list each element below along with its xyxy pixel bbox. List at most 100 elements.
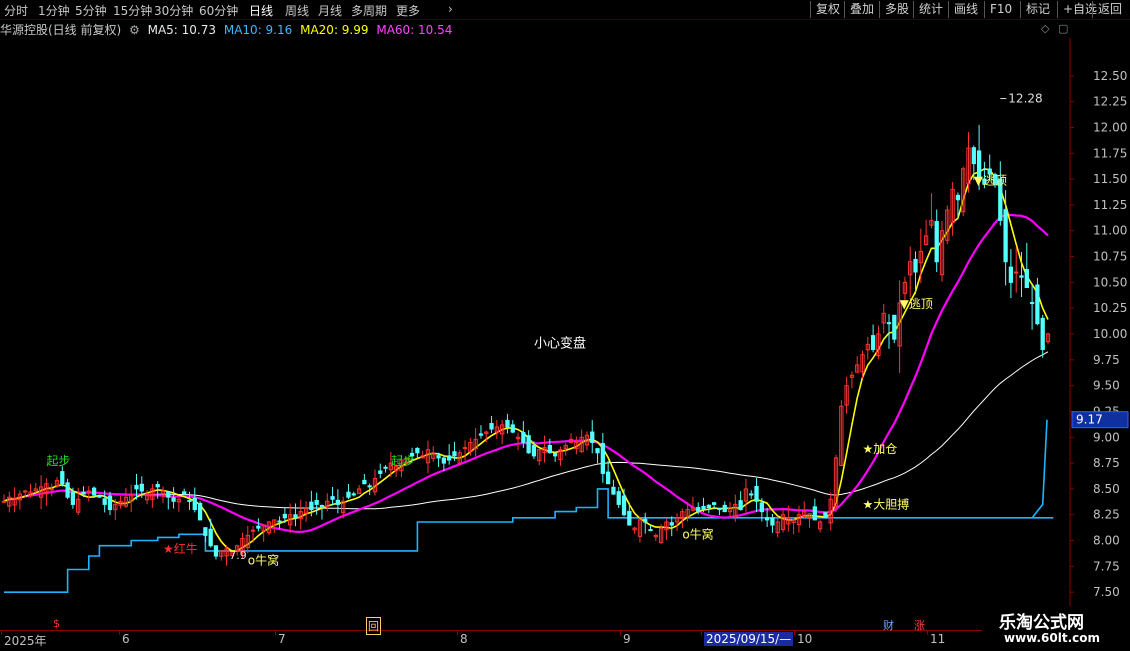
chart-annotation: 起步 — [46, 454, 70, 468]
indicator-header: 华源控股(日线 前复权) ⚙ MA5: 10.73 MA10: 9.16 MA2… — [0, 21, 456, 37]
ma20-value: MA20: 9.99 — [300, 23, 369, 37]
candle-body — [600, 443, 605, 474]
candle-body — [70, 491, 76, 505]
period-tab-6[interactable]: 日线 — [249, 2, 273, 19]
support-band-rise — [1031, 419, 1048, 519]
high-marker: 12.28 — [1008, 92, 1042, 106]
candle-body — [892, 314, 897, 340]
candle-body — [696, 507, 701, 513]
ma5-value: MA5: 10.73 — [147, 23, 217, 37]
candle-body — [489, 423, 494, 430]
time-axis: 2025年 6 7 8 9 2025/09/15/— 10 11 $ 回 财 涨 — [0, 617, 1130, 651]
y-tick-label: 8.25 — [1093, 508, 1120, 522]
toolbar-button-0[interactable]: 复权 — [810, 1, 845, 18]
window-icon[interactable]: ▢ — [1058, 22, 1068, 35]
candle-body — [415, 447, 420, 454]
period-tab-2[interactable]: 5分钟 — [75, 2, 107, 19]
y-tick-label: 9.75 — [1093, 353, 1120, 367]
candle-body — [314, 499, 319, 505]
chart-annotation: 起步 — [391, 454, 415, 468]
toolbar-button-5[interactable]: F10 — [984, 1, 1017, 18]
candle-body — [256, 525, 261, 529]
candle-body — [764, 517, 770, 521]
candle-body — [812, 506, 817, 521]
time-tick — [1, 631, 2, 635]
ma60-value: MA60: 10.54 — [376, 23, 453, 37]
period-tab-5[interactable]: 60分钟 — [199, 2, 238, 19]
candle-body — [362, 479, 367, 485]
chart-annotation: ★加仓 — [863, 442, 898, 456]
period-tab-1[interactable]: 1分钟 — [38, 2, 70, 19]
candle-body — [1024, 269, 1029, 289]
candle-body — [330, 496, 335, 500]
toolbar-button-2[interactable]: 多股 — [879, 1, 914, 18]
time-tick — [620, 631, 621, 635]
y-tick-label: 12.50 — [1093, 69, 1127, 83]
y-tick-label: 7.75 — [1093, 559, 1120, 573]
candle-body — [60, 471, 65, 485]
event-marker-0[interactable]: $ — [53, 617, 60, 630]
candle-body — [1019, 275, 1024, 278]
toolbar-button-8[interactable]: 返回 — [1092, 1, 1127, 18]
time-tick — [701, 631, 702, 635]
candle-body — [436, 455, 441, 459]
period-tab-3[interactable]: 15分钟 — [113, 2, 152, 19]
time-tick — [275, 631, 276, 635]
event-marker-3[interactable]: 涨 — [914, 617, 925, 633]
time-label-7: 11 — [930, 632, 946, 646]
toolbar-button-3[interactable]: 统计 — [913, 1, 948, 18]
event-marker-1[interactable]: 回 — [366, 617, 381, 635]
period-tab-10[interactable]: 更多 — [396, 2, 420, 19]
candle-body — [770, 517, 775, 526]
candle-body — [197, 502, 203, 521]
period-tab-9[interactable]: 多周期 — [351, 2, 387, 19]
time-tick — [119, 631, 120, 635]
period-tab-4[interactable]: 30分钟 — [154, 2, 193, 19]
toolbar-button-6[interactable]: 标记 — [1020, 1, 1055, 18]
candle-body — [309, 501, 314, 511]
settings-icon[interactable]: ⚙ — [129, 23, 140, 37]
y-tick-label: 11.00 — [1093, 224, 1127, 238]
low-marker: 7.9 — [229, 549, 247, 562]
chevron-right-icon[interactable]: › — [448, 2, 453, 16]
y-tick-label: 12.25 — [1093, 95, 1127, 109]
candle-body — [886, 322, 892, 325]
y-tick-label: 11.25 — [1093, 198, 1127, 212]
y-tick-label: 10.50 — [1093, 275, 1127, 289]
toolbar-button-1[interactable]: 叠加 — [844, 1, 879, 18]
watermark: 乐淘公式网 www.60lt.com — [982, 606, 1130, 650]
candle-body — [49, 488, 54, 491]
candle-body — [293, 514, 298, 519]
period-tab-7[interactable]: 周线 — [285, 2, 309, 19]
y-tick-label: 10.75 — [1093, 250, 1127, 264]
candle-body — [531, 445, 537, 457]
period-tab-8[interactable]: 月线 — [318, 2, 342, 19]
candle-body — [351, 493, 356, 496]
price-chart[interactable]: 12.50 12.25 12.00 11.75 11.50 11.25 11.00 10.75… — [0, 38, 1130, 630]
candle-body — [547, 444, 552, 454]
candle-body — [102, 498, 107, 505]
event-marker-2[interactable]: 财 — [883, 617, 894, 633]
stock-title: 华源控股(日线 前复权) — [0, 23, 122, 37]
period-tab-0[interactable]: 分时 — [4, 2, 28, 19]
candle-body — [250, 529, 256, 532]
time-label-2: 7 — [278, 632, 286, 646]
candle-body — [346, 491, 351, 498]
candle-body — [155, 483, 160, 488]
candle-body — [139, 483, 144, 492]
period-toolbar: 分时 1分钟 5分钟 15分钟 30分钟 60分钟 日线 周线 月线 多周期 更多 › 复权 叠加 多股 统计… — [0, 0, 1130, 20]
candle-body — [521, 432, 526, 443]
candle-body — [282, 513, 288, 519]
candle-body — [971, 147, 976, 165]
candle-body — [553, 452, 558, 457]
time-label-1: 6 — [122, 632, 130, 646]
candle-body — [605, 471, 611, 485]
chart-annotation: ★红牛 — [163, 541, 198, 556]
chart-annotation: ▼逃顶 — [974, 173, 1007, 187]
toolbar-button-4[interactable]: 画线 — [948, 1, 983, 18]
y-tick-label: 8.00 — [1093, 534, 1120, 548]
diamond-icon[interactable]: ◇ — [1041, 22, 1049, 35]
candle-body — [616, 491, 621, 505]
y-tick-label: 10.25 — [1093, 301, 1127, 315]
candle-body — [182, 491, 187, 495]
